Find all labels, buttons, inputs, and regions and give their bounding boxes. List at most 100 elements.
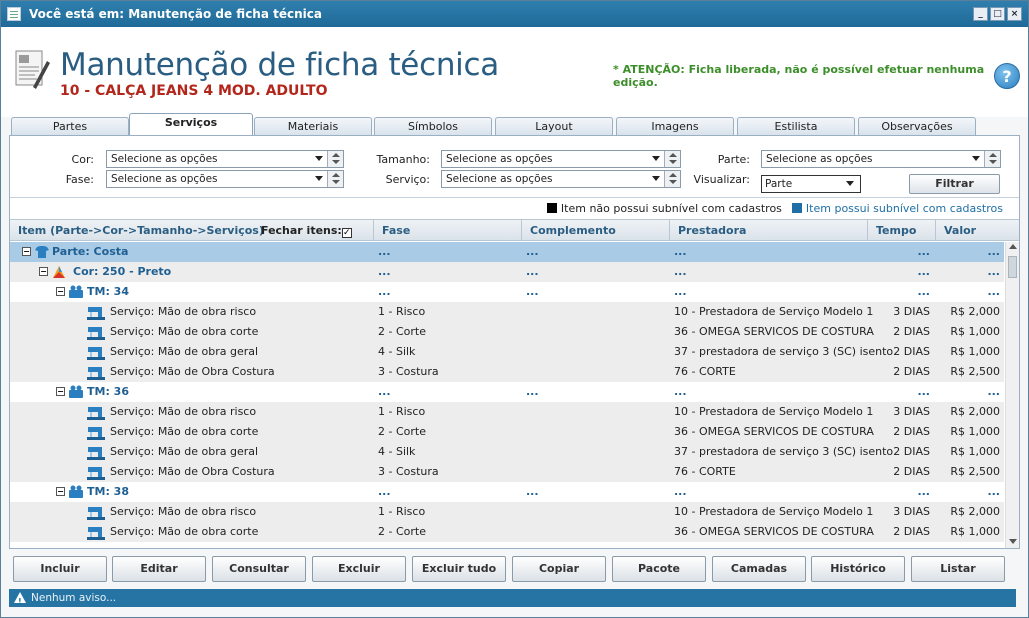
window-title: Você está em: Manutenção de ficha técnic… [29,7,322,21]
maximize-button[interactable]: □ [990,7,1005,21]
listar-button[interactable]: Listar [911,556,1005,582]
column-prestadora[interactable]: Prestadora [670,220,868,241]
prestadora-cell: ... [674,265,687,278]
action-toolbar: Incluir Editar Consultar Excluir Excluir… [9,553,1020,585]
historico-button[interactable]: Histórico [811,556,905,582]
tm-group-row[interactable]: − TM: 36............... [10,382,1004,402]
visualizar-select[interactable]: Parte [761,175,861,193]
collapse-toggle-icon[interactable]: − [56,287,65,296]
tab-partes[interactable]: Partes [11,117,129,135]
item-label: TM: 36 [87,385,129,398]
table-row[interactable]: Serviço: Mão de obra geral 4 - Silk 37 - p… [10,442,1004,462]
tamanho-select-value: Selecione as opções [446,153,553,165]
collapse-toggle-icon[interactable]: − [22,247,31,256]
minimize-button[interactable]: _ [973,7,988,21]
table-row[interactable]: Serviço: Mão de obra corte 2 - Corte 36 - … [10,522,1004,542]
spinner-icon[interactable] [327,151,343,167]
sewing-machine-icon [86,405,105,420]
tab-imagens[interactable]: Imagens [616,117,734,135]
scroll-thumb[interactable] [1008,256,1017,278]
tab-materiais[interactable]: Materiais [254,117,372,135]
complemento-cell: ... [526,265,539,278]
tab-estilista[interactable]: Estilista [737,117,855,135]
close-button[interactable]: × [1007,7,1022,21]
cor-group-row[interactable]: − Cor: 250 - Preto............... [10,262,1004,282]
servico-select[interactable]: Selecione as opções [441,170,681,188]
table-row[interactable]: Serviço: Mão de obra corte 2 - Corte 36 - … [10,422,1004,442]
column-tempo[interactable]: Tempo [868,220,936,241]
shirt-icon [34,245,50,259]
tm-group-row[interactable]: − TM: 34............... [10,282,1004,302]
valor-cell: ... [987,265,1000,278]
camadas-button[interactable]: Camadas [712,556,806,582]
fase-cell: 3 - Costura [378,365,439,378]
table-row[interactable]: Serviço: Mão de obra risco 1 - Risco 10 - … [10,502,1004,522]
tab-observacoes[interactable]: Observações [858,117,976,135]
title-bar: Você está em: Manutenção de ficha técnic… [1,1,1028,27]
document-icon [15,50,50,89]
table-row[interactable]: Serviço: Mão de obra risco 1 - Risco 10 - … [10,302,1004,322]
excluir-tudo-button[interactable]: Excluir tudo [412,556,506,582]
table-row[interactable]: Serviço: Mão de Obra Costura 3 - Costura 7… [10,362,1004,382]
tab-simbolos[interactable]: Símbolos [374,117,492,135]
prestadora-cell: 36 - OMEGA SERVICOS DE COSTURA [674,425,874,438]
help-button[interactable]: ? [994,63,1020,89]
table-row[interactable]: Serviço: Mão de obra risco 1 - Risco 10 - … [10,402,1004,422]
collapse-toggle-icon[interactable]: − [56,387,65,396]
copiar-button[interactable]: Copiar [512,556,606,582]
valor-cell: R$ 2,000 [950,305,1000,318]
table-header: Item (Parte->Cor->Tamanho->Serviços) Fec… [10,219,1019,241]
fase-select[interactable]: Selecione as opções [106,170,344,188]
page-title: Manutenção de ficha técnica [60,47,499,83]
sewing-machine-icon [86,505,105,520]
fase-cell: 1 - Risco [378,505,426,518]
spinner-icon[interactable] [984,151,1000,167]
tempo-cell: 2 DIAS [893,425,930,438]
tempo-cell: ... [917,385,930,398]
tree-table-body: − Parte: Costa............... − Cor: 250 - … [10,242,1004,548]
tempo-cell: 3 DIAS [893,305,930,318]
table-row[interactable]: Serviço: Mão de obra geral 4 - Silk 37 - p… [10,342,1004,362]
collapse-toggle-icon[interactable]: − [39,267,48,276]
sewing-machine-icon [86,305,105,320]
parte-group-row[interactable]: − Parte: Costa............... [10,242,1004,262]
tempo-cell: ... [917,265,930,278]
status-bar: Nenhum aviso... [9,589,1016,611]
prestadora-cell: 10 - Prestadora de Serviço Modelo 1 [674,305,874,318]
collapse-toggle-icon[interactable]: − [56,487,65,496]
table-row[interactable]: Serviço: Mão de Obra Costura 3 - Costura 7… [10,462,1004,482]
tm-group-row[interactable]: − TM: 38............... [10,482,1004,502]
fase-cell: 4 - Silk [378,445,416,458]
fechar-itens-checkbox[interactable]: ✓ [341,228,352,238]
sewing-machine-icon [86,525,105,540]
sewing-machine-icon [86,325,105,340]
scroll-down-icon[interactable] [1009,539,1017,544]
scroll-up-icon[interactable] [1009,244,1017,249]
pacote-button[interactable]: Pacote [612,556,706,582]
valor-cell: ... [987,285,1000,298]
black-square-icon [546,203,557,213]
tempo-cell: ... [917,245,930,258]
color-palette-icon [51,265,67,279]
incluir-button[interactable]: Incluir [13,556,107,582]
tab-layout[interactable]: Layout [495,117,613,135]
editar-button[interactable]: Editar [112,556,206,582]
filter-button[interactable]: Filtrar [909,174,1000,194]
parte-select[interactable]: Selecione as opções [761,150,1001,168]
tamanho-select[interactable]: Selecione as opções [441,150,681,168]
column-complemento[interactable]: Complemento [522,220,670,241]
item-label: Serviço: Mão de obra risco [110,305,257,318]
excluir-button[interactable]: Excluir [312,556,406,582]
column-valor[interactable]: Valor [936,220,1004,241]
table-row[interactable]: Serviço: Mão de obra corte 2 - Corte 36 - … [10,322,1004,342]
consultar-button[interactable]: Consultar [212,556,306,582]
parte-select-value: Selecione as opções [766,153,873,165]
cor-select[interactable]: Selecione as opções [106,150,344,168]
column-item[interactable]: Item (Parte->Cor->Tamanho->Serviços) Fec… [10,220,374,241]
spinner-icon[interactable] [327,171,343,187]
item-label: Serviço: Mão de obra corte [110,525,259,538]
status-text: Nenhum aviso... [31,592,117,604]
vertical-scrollbar[interactable] [1005,242,1019,548]
tab-servicos[interactable]: Serviços [129,113,253,135]
column-fase[interactable]: Fase [374,220,522,241]
